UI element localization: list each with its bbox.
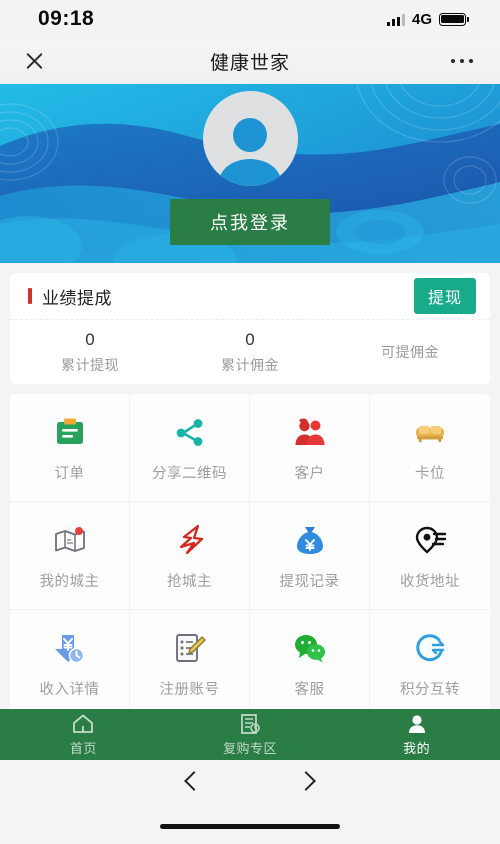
menu-item-share-qrcode[interactable]: 分享二维码: [130, 394, 250, 502]
phone-screen: 09:18 4G 健康世家 点我登录 业绩提成 提现 0 累计提现 0 累计佣金…: [0, 0, 500, 844]
performance-card-header: 业绩提成 提现: [10, 273, 490, 320]
grab-city-lord-icon: [170, 521, 210, 561]
menu-item-label: 抢城主: [167, 573, 212, 590]
my-city-lord-icon: [50, 521, 90, 561]
menu-item-grab-city-lord[interactable]: 抢城主: [130, 502, 250, 610]
menu-item-label: 收入详情: [39, 682, 100, 698]
stat-available-commission: 可提佣金: [330, 320, 490, 384]
stat-value: 0: [85, 329, 95, 349]
network-type-label: 4G: [411, 10, 432, 28]
menu-item-label: 订单: [54, 465, 85, 482]
status-bar: 09:18 4G: [0, 0, 500, 38]
chevron-left-icon[interactable]: [184, 771, 204, 791]
tab-label: 首页: [69, 740, 97, 756]
menu-item-customer-service[interactable]: 客服: [250, 610, 370, 718]
performance-stats: 0 累计提现 0 累计佣金 可提佣金: [10, 320, 490, 384]
more-options-icon[interactable]: [450, 58, 473, 64]
customer-service-icon: [290, 629, 330, 669]
stat-total-commission: 0 累计佣金: [170, 320, 330, 384]
login-button[interactable]: 点我登录: [170, 199, 330, 245]
home-indicator: [160, 824, 340, 829]
browser-bottom-bar: [0, 760, 500, 844]
menu-item-label: 客服: [294, 682, 325, 698]
menu-item-label: 积分互转: [400, 682, 460, 698]
status-indicators: 4G: [386, 10, 469, 28]
stat-label: 可提佣金: [381, 344, 439, 360]
menu-item-label: 卡位: [415, 465, 445, 482]
menu-item-label: 提现记录: [279, 573, 340, 590]
hero-banner: 点我登录: [0, 84, 500, 263]
chevron-right-icon[interactable]: [296, 771, 316, 791]
stat-value: 0: [245, 329, 255, 349]
stat-label: 累计提现: [61, 356, 119, 373]
menu-item-income-details[interactable]: 收入详情: [10, 610, 130, 718]
navigation-bar: 健康世家: [0, 38, 500, 84]
menu-item-label: 客户: [294, 465, 325, 482]
close-icon[interactable]: [24, 51, 45, 72]
accent-bar: [28, 288, 32, 304]
customers-icon: [290, 413, 330, 453]
money-bag-icon: [290, 521, 330, 561]
tab-profile[interactable]: 我的: [333, 709, 500, 760]
points-transfer-icon: [410, 629, 450, 669]
bottom-tab-bar: 首页 复购专区 我的: [0, 709, 500, 760]
menu-item-order[interactable]: 订单: [10, 394, 130, 502]
tab-home[interactable]: 首页: [0, 709, 167, 760]
menu-item-label: 注册账号: [159, 682, 220, 698]
profile-icon: [408, 714, 425, 733]
performance-card: 业绩提成 提现 0 累计提现 0 累计佣金 可提佣金: [10, 273, 490, 384]
menu-grid: 订单 分享二维码 客户 卡位 我的城主 抢城主 提现记录 收货地址 收入详情 注…: [10, 394, 490, 718]
home-icon: [73, 714, 94, 733]
menu-item-customers[interactable]: 客户: [250, 394, 370, 502]
page-title: 健康世家: [209, 52, 290, 74]
status-time: 09:18: [38, 7, 95, 30]
menu-item-label: 分享二维码: [152, 465, 227, 482]
menu-item-my-city-lord[interactable]: 我的城主: [10, 502, 130, 610]
hero-content: 点我登录: [0, 84, 500, 263]
menu-item-withdraw-record[interactable]: 提现记录: [250, 502, 370, 610]
tab-repurchase[interactable]: 复购专区: [167, 709, 334, 760]
menu-item-delivery-address[interactable]: 收货地址: [370, 502, 490, 610]
share-qrcode-icon: [170, 413, 210, 453]
battery-icon: [439, 12, 469, 26]
delivery-address-icon: [410, 521, 450, 561]
avatar-placeholder-icon[interactable]: [202, 91, 298, 186]
performance-card-title: 业绩提成: [42, 288, 112, 308]
tab-label: 复购专区: [223, 740, 278, 756]
browser-nav-buttons: [0, 760, 500, 791]
menu-item-points-transfer[interactable]: 积分互转: [370, 610, 490, 718]
menu-item-seat[interactable]: 卡位: [370, 394, 490, 502]
withdraw-button[interactable]: 提现: [413, 278, 476, 314]
sofa-seat-icon: [410, 413, 450, 453]
clipboard-order-icon: [50, 413, 90, 453]
menu-item-register-account[interactable]: 注册账号: [130, 610, 250, 718]
repurchase-icon: [241, 713, 260, 734]
signal-bars-icon: [386, 13, 405, 26]
stat-total-withdrawn: 0 累计提现: [10, 320, 170, 384]
stat-label: 累计佣金: [221, 356, 279, 373]
register-account-icon: [170, 629, 210, 669]
menu-item-label: 我的城主: [39, 573, 100, 590]
menu-item-label: 收货地址: [400, 573, 460, 590]
tab-label: 我的: [403, 740, 431, 756]
income-details-icon: [50, 629, 90, 669]
